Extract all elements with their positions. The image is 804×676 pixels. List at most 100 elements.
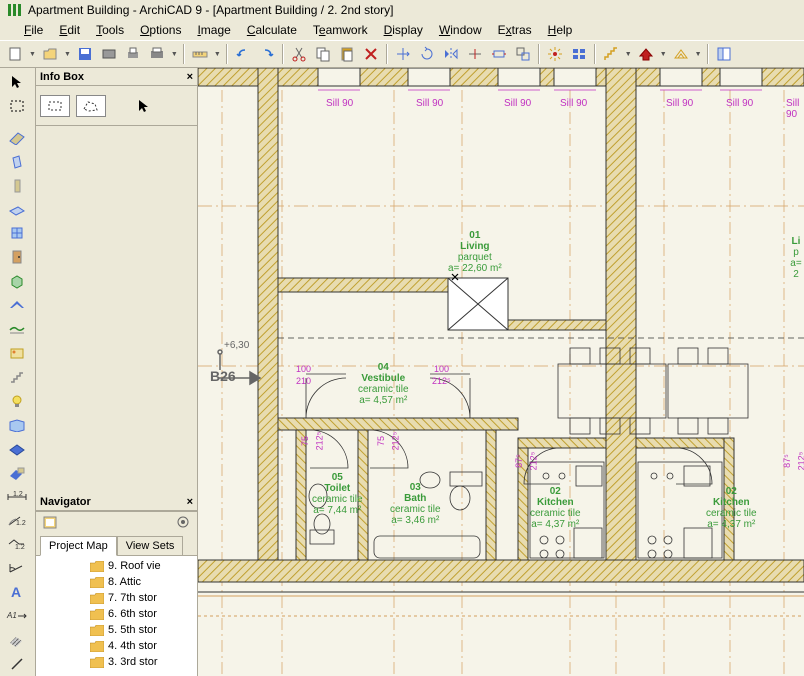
menu-tools[interactable]: Tools: [90, 21, 130, 39]
menu-file[interactable]: File: [18, 21, 49, 39]
roof-tool[interactable]: [2, 294, 32, 316]
radial-dim-tool[interactable]: 1.2: [2, 510, 32, 532]
window-tool[interactable]: [2, 223, 32, 245]
geometry-single-btn[interactable]: [40, 95, 70, 117]
nav-settings-icon[interactable]: [175, 514, 191, 533]
dropdown-icon[interactable]: ▼: [694, 51, 703, 58]
menu-help[interactable]: Help: [542, 21, 579, 39]
corner-window-tool[interactable]: [2, 414, 32, 436]
level-dim-tool[interactable]: 1.2: [2, 533, 32, 555]
navigator-tabs: Project Map View Sets: [36, 534, 197, 556]
marquee-tool[interactable]: [2, 95, 32, 117]
navigator-button[interactable]: [713, 43, 735, 65]
menu-edit[interactable]: Edit: [53, 21, 86, 39]
app-icon: [6, 2, 22, 18]
stair-button[interactable]: [600, 43, 622, 65]
drag-button[interactable]: [392, 43, 414, 65]
open-button[interactable]: [39, 43, 61, 65]
mesh-tool[interactable]: [2, 318, 32, 340]
align-button[interactable]: [568, 43, 590, 65]
menu-extras[interactable]: Extras: [492, 21, 538, 39]
copy-button[interactable]: [312, 43, 334, 65]
lamp-tool[interactable]: [2, 390, 32, 412]
slab-tool[interactable]: [2, 199, 32, 221]
nav-project-icon[interactable]: [42, 514, 58, 533]
object-tool[interactable]: [2, 270, 32, 292]
folder-icon: [90, 593, 104, 604]
folder-icon: [90, 625, 104, 636]
menu-teamwork[interactable]: Teamwork: [307, 21, 374, 39]
sill-label: Sill 90: [416, 98, 443, 109]
cut-button[interactable]: [288, 43, 310, 65]
section-marker: B26: [210, 368, 236, 384]
menu-image[interactable]: Image: [191, 21, 236, 39]
arrow-tool[interactable]: [2, 71, 32, 93]
folder-icon: [90, 641, 104, 652]
text-tool[interactable]: A: [2, 581, 32, 603]
dropdown-icon[interactable]: ▼: [624, 51, 633, 58]
paste-button[interactable]: [336, 43, 358, 65]
wall-end-tool[interactable]: [2, 462, 32, 484]
label-tool[interactable]: A1: [2, 605, 32, 627]
dim-label: 75: [300, 436, 310, 446]
dropdown-icon[interactable]: ▼: [63, 51, 72, 58]
navigator-tree[interactable]: 9. Roof vie 8. Attic 7. 7th stor 6. 6th …: [36, 556, 197, 676]
plotmaker-button[interactable]: [98, 43, 120, 65]
door-tool[interactable]: [2, 246, 32, 268]
folder-icon: [90, 657, 104, 668]
print-button[interactable]: [122, 43, 144, 65]
resize-button[interactable]: [512, 43, 534, 65]
window-title: Apartment Building - ArchiCAD 9 - [Apart…: [28, 3, 394, 17]
rotate-button[interactable]: [416, 43, 438, 65]
redo-button[interactable]: [256, 43, 278, 65]
tab-view-sets[interactable]: View Sets: [117, 536, 184, 555]
dropdown-icon[interactable]: ▼: [213, 51, 222, 58]
delete-button[interactable]: [360, 43, 382, 65]
undo-button[interactable]: [232, 43, 254, 65]
skylight-tool[interactable]: [2, 438, 32, 460]
dropdown-icon[interactable]: ▼: [659, 51, 668, 58]
ruler-button[interactable]: [189, 43, 211, 65]
truss-button[interactable]: [670, 43, 692, 65]
save-button[interactable]: [74, 43, 96, 65]
menu-window[interactable]: Window: [433, 21, 488, 39]
angle-dim-tool[interactable]: [2, 557, 32, 579]
stretch-button[interactable]: [488, 43, 510, 65]
folder-icon: [90, 609, 104, 620]
room-vestibule: 04Vestibule ceramic tilea= 4,57 m²: [358, 362, 409, 406]
dimension-tool[interactable]: 1.2: [2, 486, 32, 508]
roof-button[interactable]: [635, 43, 657, 65]
close-icon[interactable]: ×: [187, 496, 193, 508]
elevation-marker: +6,30: [224, 340, 249, 351]
plot-button[interactable]: [146, 43, 168, 65]
line-tool[interactable]: [2, 653, 32, 675]
new-button[interactable]: [4, 43, 26, 65]
menu-options[interactable]: Options: [134, 21, 187, 39]
wall-tool[interactable]: [2, 127, 32, 149]
dropdown-icon[interactable]: ▼: [28, 51, 37, 58]
mirror-button[interactable]: [440, 43, 462, 65]
svg-text:1.2: 1.2: [15, 544, 25, 551]
zone-tool[interactable]: [2, 342, 32, 364]
column-tool[interactable]: [2, 151, 32, 173]
svg-text:A1: A1: [6, 611, 17, 620]
menu-calculate[interactable]: Calculate: [241, 21, 303, 39]
dropdown-icon[interactable]: ▼: [170, 51, 179, 58]
geometry-poly-btn[interactable]: [76, 95, 106, 117]
tree-item: 8. Attic: [40, 574, 193, 590]
drawing-canvas[interactable]: Sill 90 Sill 90 Sill 90 Sill 90 Sill 90 …: [198, 68, 804, 676]
fill-tool[interactable]: [2, 629, 32, 651]
close-icon[interactable]: ×: [187, 71, 193, 83]
tree-item: 4. 4th stor: [40, 638, 193, 654]
sill-label: Sill 90: [726, 98, 753, 109]
explode-button[interactable]: [544, 43, 566, 65]
tab-project-map[interactable]: Project Map: [40, 536, 117, 556]
stair-tool[interactable]: [2, 366, 32, 388]
menu-display[interactable]: Display: [378, 21, 429, 39]
tree-item: 6. 6th stor: [40, 606, 193, 622]
split-button[interactable]: [464, 43, 486, 65]
separator: [183, 44, 185, 64]
svg-text:1.2: 1.2: [16, 520, 26, 527]
room-bath: 03Bath ceramic tilea= 3,46 m²: [390, 482, 441, 526]
beam-tool[interactable]: [2, 175, 32, 197]
